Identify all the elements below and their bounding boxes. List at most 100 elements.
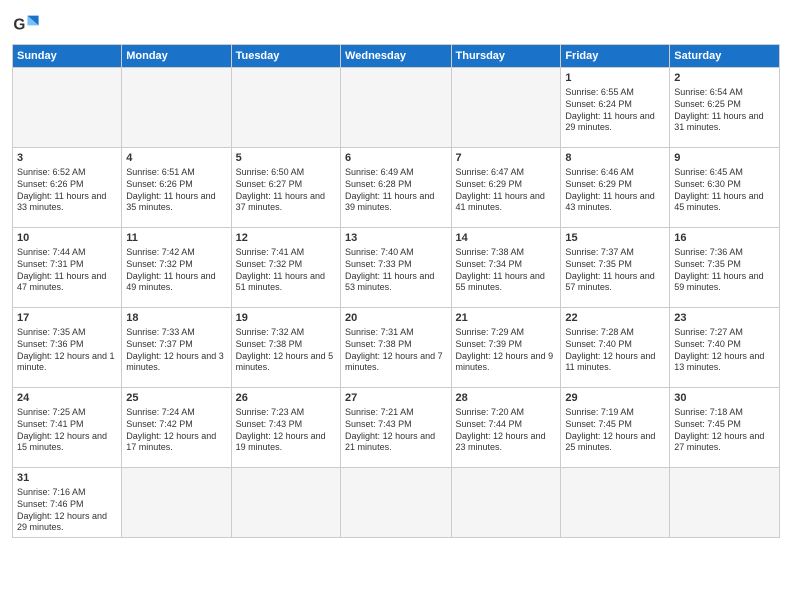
calendar-cell: 21 Sunrise: 7:29 AM Sunset: 7:39 PM Dayli… — [451, 308, 561, 388]
day-info: Sunrise: 7:25 AM Sunset: 7:41 PM Dayligh… — [17, 407, 107, 452]
calendar-cell: 13 Sunrise: 7:40 AM Sunset: 7:33 PM Dayli… — [341, 228, 451, 308]
day-info: Sunrise: 7:44 AM Sunset: 7:31 PM Dayligh… — [17, 247, 106, 292]
calendar-cell: 4 Sunrise: 6:51 AM Sunset: 6:26 PM Daylig… — [122, 148, 231, 228]
day-info: Sunrise: 7:36 AM Sunset: 7:35 PM Dayligh… — [674, 247, 763, 292]
calendar-cell: 20 Sunrise: 7:31 AM Sunset: 7:38 PM Dayli… — [341, 308, 451, 388]
day-number: 29 — [565, 391, 665, 405]
calendar-cell — [341, 468, 451, 538]
day-number: 13 — [345, 231, 446, 245]
day-number: 10 — [17, 231, 117, 245]
calendar-cell: 1 Sunrise: 6:55 AM Sunset: 6:24 PM Daylig… — [561, 68, 670, 148]
day-number: 27 — [345, 391, 446, 405]
day-number: 31 — [17, 471, 117, 485]
day-info: Sunrise: 7:41 AM Sunset: 7:32 PM Dayligh… — [236, 247, 325, 292]
logo: G — [12, 10, 44, 38]
day-info: Sunrise: 7:38 AM Sunset: 7:34 PM Dayligh… — [456, 247, 545, 292]
calendar-cell: 17 Sunrise: 7:35 AM Sunset: 7:36 PM Dayli… — [13, 308, 122, 388]
day-number: 17 — [17, 311, 117, 325]
day-number: 18 — [126, 311, 226, 325]
day-info: Sunrise: 7:40 AM Sunset: 7:33 PM Dayligh… — [345, 247, 434, 292]
day-number: 25 — [126, 391, 226, 405]
day-number: 6 — [345, 151, 446, 165]
calendar-cell — [13, 68, 122, 148]
calendar-week-3: 17 Sunrise: 7:35 AM Sunset: 7:36 PM Dayli… — [13, 308, 780, 388]
day-info: Sunrise: 6:54 AM Sunset: 6:25 PM Dayligh… — [674, 87, 763, 132]
day-number: 12 — [236, 231, 336, 245]
day-info: Sunrise: 7:21 AM Sunset: 7:43 PM Dayligh… — [345, 407, 435, 452]
calendar-cell: 6 Sunrise: 6:49 AM Sunset: 6:28 PM Daylig… — [341, 148, 451, 228]
calendar-cell — [451, 468, 561, 538]
day-info: Sunrise: 7:29 AM Sunset: 7:39 PM Dayligh… — [456, 327, 554, 372]
day-info: Sunrise: 7:42 AM Sunset: 7:32 PM Dayligh… — [126, 247, 215, 292]
day-number: 5 — [236, 151, 336, 165]
calendar-cell: 11 Sunrise: 7:42 AM Sunset: 7:32 PM Dayli… — [122, 228, 231, 308]
calendar-cell: 16 Sunrise: 7:36 AM Sunset: 7:35 PM Dayli… — [670, 228, 780, 308]
calendar-cell: 3 Sunrise: 6:52 AM Sunset: 6:26 PM Daylig… — [13, 148, 122, 228]
day-info: Sunrise: 6:51 AM Sunset: 6:26 PM Dayligh… — [126, 167, 215, 212]
day-number: 3 — [17, 151, 117, 165]
calendar-cell: 5 Sunrise: 6:50 AM Sunset: 6:27 PM Daylig… — [231, 148, 340, 228]
day-number: 14 — [456, 231, 557, 245]
calendar-cell — [561, 468, 670, 538]
day-header-thursday: Thursday — [451, 45, 561, 68]
day-header-sunday: Sunday — [13, 45, 122, 68]
day-header-wednesday: Wednesday — [341, 45, 451, 68]
day-info: Sunrise: 7:24 AM Sunset: 7:42 PM Dayligh… — [126, 407, 216, 452]
calendar-cell: 19Sunrise: 7:32 AM Sunset: 7:38 PM Dayli… — [231, 308, 340, 388]
day-number: 20 — [345, 311, 446, 325]
day-info: Sunrise: 6:45 AM Sunset: 6:30 PM Dayligh… — [674, 167, 763, 212]
day-number: 16 — [674, 231, 775, 245]
day-info: Sunrise: 6:52 AM Sunset: 6:26 PM Dayligh… — [17, 167, 106, 212]
calendar-header-row: SundayMondayTuesdayWednesdayThursdayFrid… — [13, 45, 780, 68]
day-header-tuesday: Tuesday — [231, 45, 340, 68]
calendar-cell — [231, 468, 340, 538]
logo-icon: G — [12, 10, 40, 38]
day-info: Sunrise: 7:16 AM Sunset: 7:46 PM Dayligh… — [17, 487, 107, 532]
calendar-week-5: 31 Sunrise: 7:16 AM Sunset: 7:46 PM Dayli… — [13, 468, 780, 538]
day-number: 21 — [456, 311, 557, 325]
calendar-cell: 9 Sunrise: 6:45 AM Sunset: 6:30 PM Daylig… — [670, 148, 780, 228]
calendar-cell: 31 Sunrise: 7:16 AM Sunset: 7:46 PM Dayli… — [13, 468, 122, 538]
day-number: 2 — [674, 71, 775, 85]
day-number: 1 — [565, 71, 665, 85]
day-info: Sunrise: 7:27 AM Sunset: 7:40 PM Dayligh… — [674, 327, 764, 372]
day-info: Sunrise: 6:49 AM Sunset: 6:28 PM Dayligh… — [345, 167, 434, 212]
calendar-table: SundayMondayTuesdayWednesdayThursdayFrid… — [12, 44, 780, 538]
day-number: 4 — [126, 151, 226, 165]
day-number: 22 — [565, 311, 665, 325]
day-number: 8 — [565, 151, 665, 165]
day-info: Sunrise: 6:55 AM Sunset: 6:24 PM Dayligh… — [565, 87, 654, 132]
calendar-cell: 12 Sunrise: 7:41 AM Sunset: 7:32 PM Dayli… — [231, 228, 340, 308]
day-info: Sunrise: 6:50 AM Sunset: 6:27 PM Dayligh… — [236, 167, 325, 212]
calendar-cell: 27 Sunrise: 7:21 AM Sunset: 7:43 PM Dayli… — [341, 388, 451, 468]
day-number: 11 — [126, 231, 226, 245]
day-number: 9 — [674, 151, 775, 165]
calendar-week-2: 10 Sunrise: 7:44 AM Sunset: 7:31 PM Dayli… — [13, 228, 780, 308]
calendar-cell: 8 Sunrise: 6:46 AM Sunset: 6:29 PM Daylig… — [561, 148, 670, 228]
day-header-monday: Monday — [122, 45, 231, 68]
calendar-cell: 18 Sunrise: 7:33 AM Sunset: 7:37 PM Dayli… — [122, 308, 231, 388]
day-info: Sunrise: 6:46 AM Sunset: 6:29 PM Dayligh… — [565, 167, 654, 212]
day-header-saturday: Saturday — [670, 45, 780, 68]
day-info: Sunrise: 6:47 AM Sunset: 6:29 PM Dayligh… — [456, 167, 545, 212]
page-header: G — [12, 10, 780, 38]
day-number: 15 — [565, 231, 665, 245]
day-info: Sunrise: 7:33 AM Sunset: 7:37 PM Dayligh… — [126, 327, 224, 372]
day-info: Sunrise: 7:31 AM Sunset: 7:38 PM Dayligh… — [345, 327, 443, 372]
day-number: 24 — [17, 391, 117, 405]
calendar-cell — [231, 68, 340, 148]
day-info: Sunrise: 7:35 AM Sunset: 7:36 PM Dayligh… — [17, 327, 115, 372]
calendar-cell: 7Sunrise: 6:47 AM Sunset: 6:29 PM Daylig… — [451, 148, 561, 228]
calendar-cell — [122, 468, 231, 538]
day-info: Sunrise: 7:28 AM Sunset: 7:40 PM Dayligh… — [565, 327, 655, 372]
svg-text:G: G — [13, 17, 25, 34]
day-info: Sunrise: 7:18 AM Sunset: 7:45 PM Dayligh… — [674, 407, 764, 452]
calendar-cell — [341, 68, 451, 148]
day-header-friday: Friday — [561, 45, 670, 68]
calendar-cell: 28Sunrise: 7:20 AM Sunset: 7:44 PM Dayli… — [451, 388, 561, 468]
day-info: Sunrise: 7:19 AM Sunset: 7:45 PM Dayligh… — [565, 407, 655, 452]
calendar-cell: 29 Sunrise: 7:19 AM Sunset: 7:45 PM Dayli… — [561, 388, 670, 468]
calendar-cell: 10 Sunrise: 7:44 AM Sunset: 7:31 PM Dayli… — [13, 228, 122, 308]
day-number: 26 — [236, 391, 336, 405]
calendar-cell — [670, 468, 780, 538]
